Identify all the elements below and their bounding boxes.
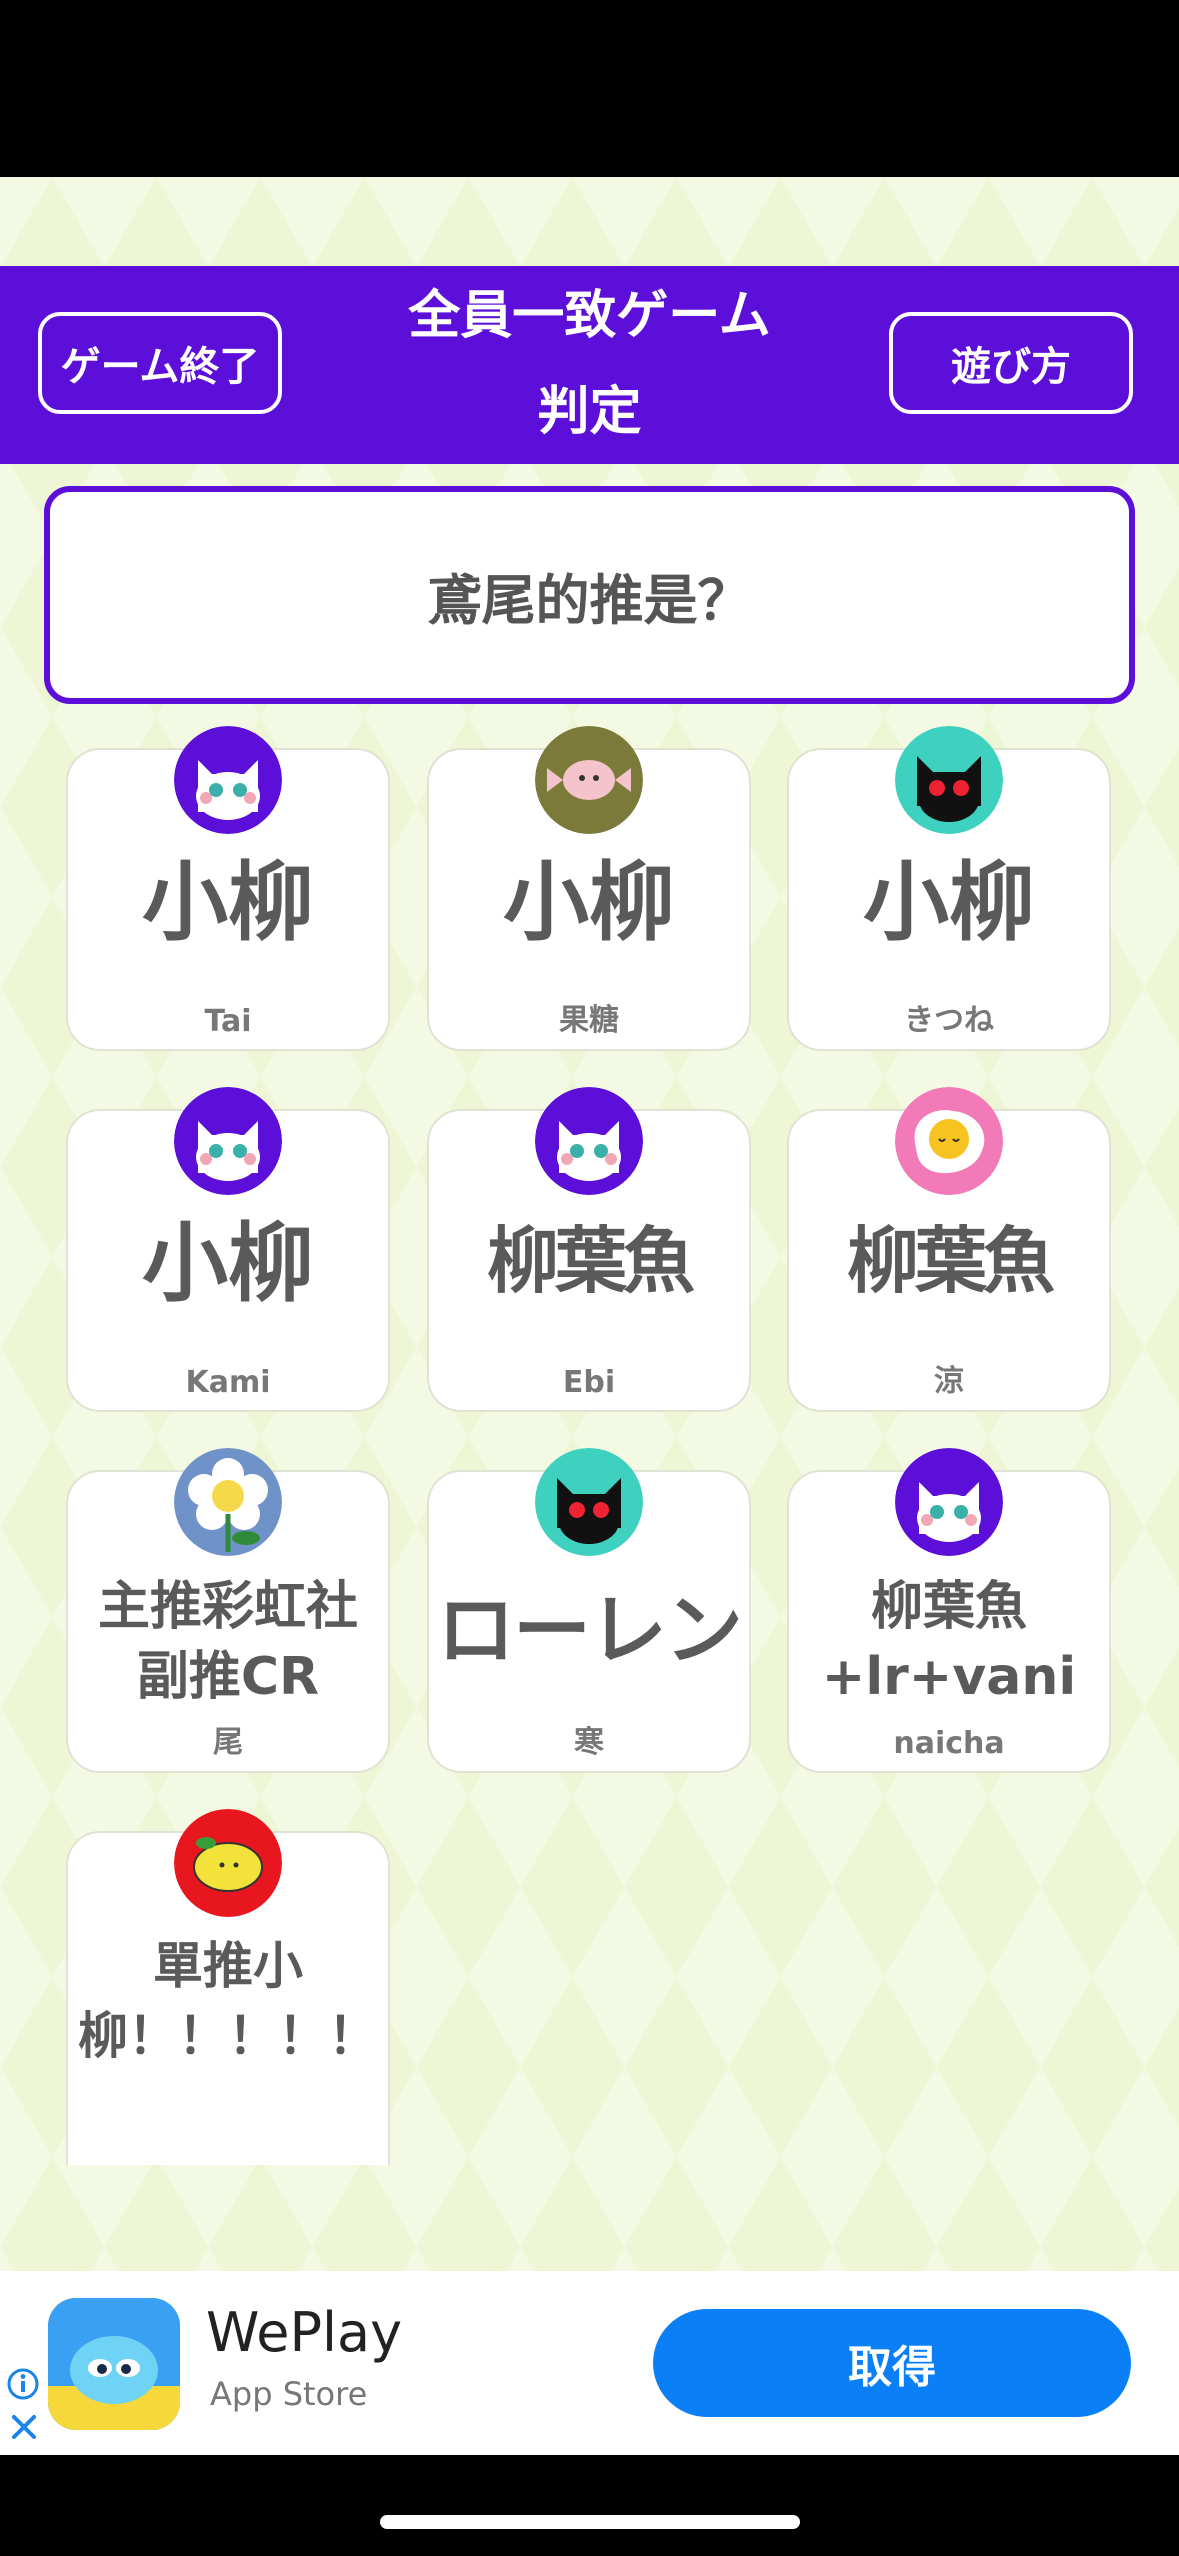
player-name: 涼 [934, 1364, 964, 1399]
white-cat-icon [535, 1087, 643, 1195]
player-name: 寒 [574, 1725, 604, 1760]
lemon-icon [174, 1809, 282, 1917]
white-cat-icon [174, 726, 282, 834]
player-name: naicha [893, 1726, 1005, 1761]
player-name: きつね [904, 1003, 994, 1038]
answer-line-2: +lr+vani [821, 1647, 1077, 1707]
white-cat-icon [895, 1448, 1003, 1556]
black-cat-icon [535, 1448, 643, 1556]
answer-text: 柳葉魚 [846, 1219, 1055, 1303]
candy-icon [535, 726, 643, 834]
answer-text: 柳葉魚 +lr+vani [789, 1572, 1109, 1712]
home-bar-area [0, 2455, 1179, 2556]
question-box: 鳶尾的推是？ [44, 486, 1135, 704]
answer-text: 小柳 [503, 853, 675, 953]
player-name: 尾 [213, 1725, 243, 1760]
player-name: Kami [185, 1365, 271, 1400]
ad-info-icon[interactable] [6, 2367, 40, 2401]
white-cat-icon [174, 1087, 282, 1195]
how-to-play-button[interactable]: 遊び方 [889, 312, 1133, 414]
ad-store-name: App Store [210, 2375, 368, 2413]
answer-text: 柳葉魚 [486, 1219, 695, 1303]
flower-icon [174, 1448, 282, 1556]
question-text: 鳶尾的推是？ [427, 568, 752, 632]
get-app-button[interactable]: 取得 [653, 2309, 1131, 2417]
answer-text: 小柳 [863, 853, 1035, 953]
black-cat-icon [895, 726, 1003, 834]
page-title: 全員一致ゲーム 判定 [300, 268, 879, 460]
answer-line-2: 柳！！！！！ [78, 2007, 378, 2065]
status-bar [0, 0, 1179, 177]
ad-app-name: WePlay [206, 2301, 403, 2364]
weplay-app-icon[interactable] [48, 2298, 180, 2430]
player-name: Tai [204, 1004, 252, 1039]
end-game-button[interactable]: ゲーム終了 [38, 312, 282, 414]
title-line-1: 全員一致ゲーム [408, 286, 771, 346]
ad-banner[interactable]: WePlay App Store 取得 [0, 2271, 1179, 2455]
answer-line-1: 柳葉魚 [870, 1577, 1027, 1637]
answer-text: 單推小 柳！！！！！ [68, 1931, 388, 2071]
player-name: Ebi [562, 1365, 616, 1400]
answer-line-1: 主推彩虹社 [97, 1577, 358, 1637]
title-line-2: 判定 [537, 382, 642, 442]
answer-line-1: 單推小 [153, 1937, 303, 1995]
fried-egg-icon [895, 1087, 1003, 1195]
ad-close-icon[interactable] [8, 2411, 40, 2443]
answer-text: ローレン [436, 1586, 743, 1676]
game-header: ゲーム終了 全員一致ゲーム 判定 遊び方 [0, 266, 1179, 464]
home-indicator[interactable] [380, 2515, 800, 2529]
answer-text: 小柳 [142, 853, 314, 953]
answer-line-2: 副推CR [136, 1647, 320, 1707]
player-name: 果糖 [559, 1003, 619, 1038]
answer-text: 小柳 [142, 1214, 314, 1314]
answer-text: 主推彩虹社 副推CR [68, 1572, 388, 1712]
